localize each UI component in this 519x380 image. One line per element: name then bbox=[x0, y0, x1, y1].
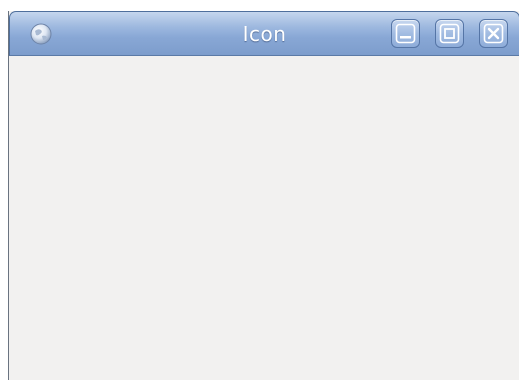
close-icon bbox=[483, 23, 504, 44]
title-bar[interactable]: Icon bbox=[9, 11, 519, 56]
close-button[interactable] bbox=[479, 19, 508, 48]
window-content-area bbox=[9, 56, 519, 380]
minimize-icon bbox=[395, 23, 416, 44]
minimize-button[interactable] bbox=[391, 19, 420, 48]
application-window: Icon bbox=[8, 11, 519, 380]
maximize-icon bbox=[439, 23, 460, 44]
maximize-button[interactable] bbox=[435, 19, 464, 48]
